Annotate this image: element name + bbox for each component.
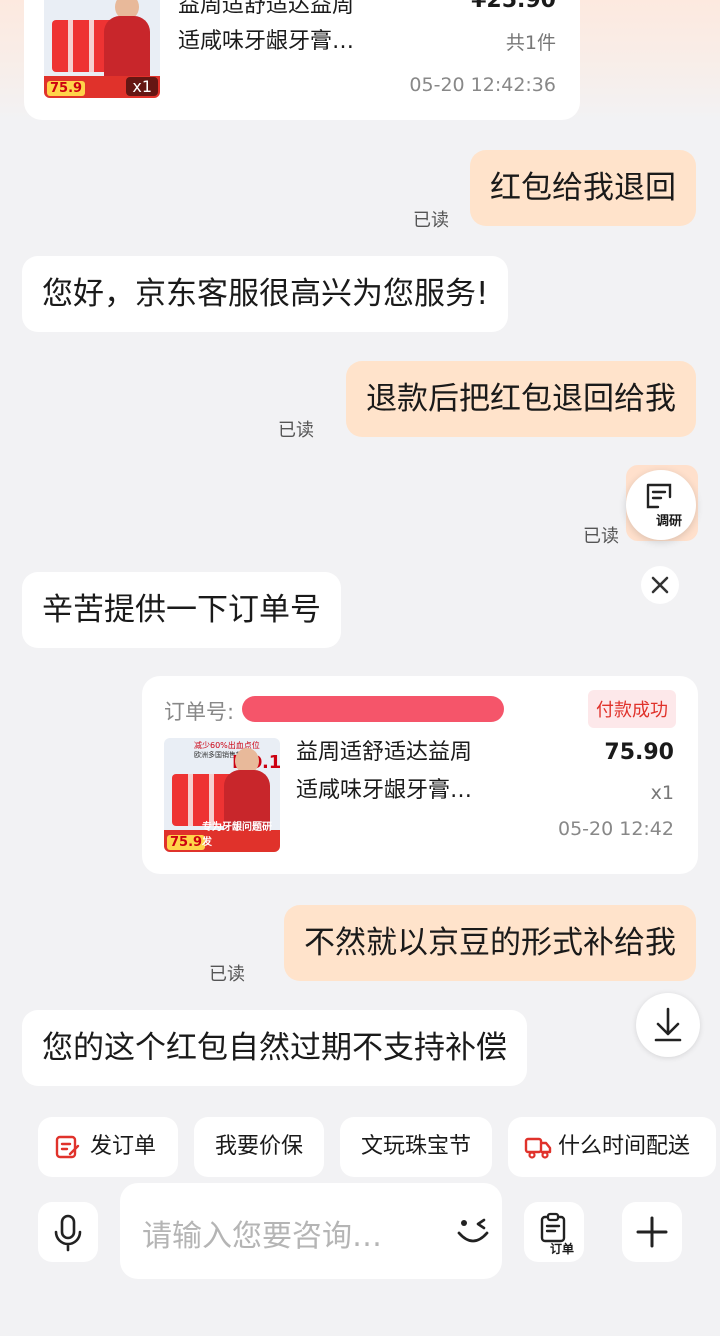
more-button[interactable] [622,1202,682,1262]
order-time: 05-20 12:42:36 [409,74,556,96]
order-time: 05-20 12:42 [557,818,674,840]
plus-icon [636,1216,668,1248]
message-outgoing: 红包给我退回 [470,150,696,226]
item-count: 共1件 [505,32,556,54]
quick-action-send-order[interactable]: 发订单 [38,1117,178,1177]
order-button-label: 订单 [550,1242,575,1256]
delivery-truck-icon [524,1137,552,1159]
read-status: 已读 [209,964,245,985]
order-card-top[interactable]: 75.9 x1 益周适舒适达益周 适咸味牙龈牙膏… ¥25.90 共1件 05-… [24,0,580,120]
order-number-redacted [242,696,504,722]
message-input[interactable]: 请输入您要咨询… [120,1183,502,1279]
emoji-icon[interactable] [454,1213,492,1249]
message-incoming: 您的这个红包自然过期不支持补偿 [22,1010,527,1086]
product-quantity: x1 [650,782,674,804]
product-image: 75.9 x1 [44,0,160,98]
message-outgoing: 退款后把红包退回给我 [346,361,696,437]
quick-action-jewelry-festival[interactable]: 文玩珠宝节 [340,1117,492,1177]
product-price: 75.90 [604,740,674,765]
order-button[interactable]: 订单 [524,1202,584,1262]
read-status: 已读 [278,420,314,441]
microphone-icon [54,1214,82,1252]
arrow-down-icon [654,1007,682,1042]
product-title: 益周适舒适达益周 适咸味牙龈牙膏… [178,0,355,54]
order-number-label: 订单号: [164,700,235,724]
status-badge: 付款成功 [588,690,676,728]
product-price: ¥25.90 [471,0,556,13]
product-image: 减少60%出血点位 欧洲多国销售额 NO.1 75.9 专为牙龈问题研发 [164,738,280,852]
scroll-to-bottom-button[interactable] [636,993,700,1057]
survey-button[interactable]: 调研 [626,470,696,540]
close-button[interactable] [641,566,679,604]
message-incoming: 辛苦提供一下订单号 [22,572,341,648]
message-incoming: 您好，京东客服很高兴为您服务! [22,256,509,332]
survey-label: 调研 [656,514,683,529]
product-title: 益周适舒适达益周 适咸味牙龈牙膏… [296,740,473,803]
read-status: 已读 [583,526,619,547]
read-status: 已读 [413,210,449,231]
quantity-badge: x1 [126,77,158,96]
input-placeholder: 请输入您要咨询… [142,1219,382,1254]
voice-button[interactable] [38,1202,98,1262]
message-outgoing: 不然就以京豆的形式补给我 [284,905,696,981]
order-edit-icon [55,1135,80,1159]
survey-icon [646,483,672,509]
close-icon [651,576,669,594]
order-card[interactable]: 订单号: 付款成功 减少60%出血点位 欧洲多国销售额 NO.1 75.9 专为… [142,676,698,874]
quick-action-price-protect[interactable]: 我要价保 [194,1117,324,1177]
quick-action-delivery-time[interactable]: 什么时间配送 [508,1117,716,1177]
